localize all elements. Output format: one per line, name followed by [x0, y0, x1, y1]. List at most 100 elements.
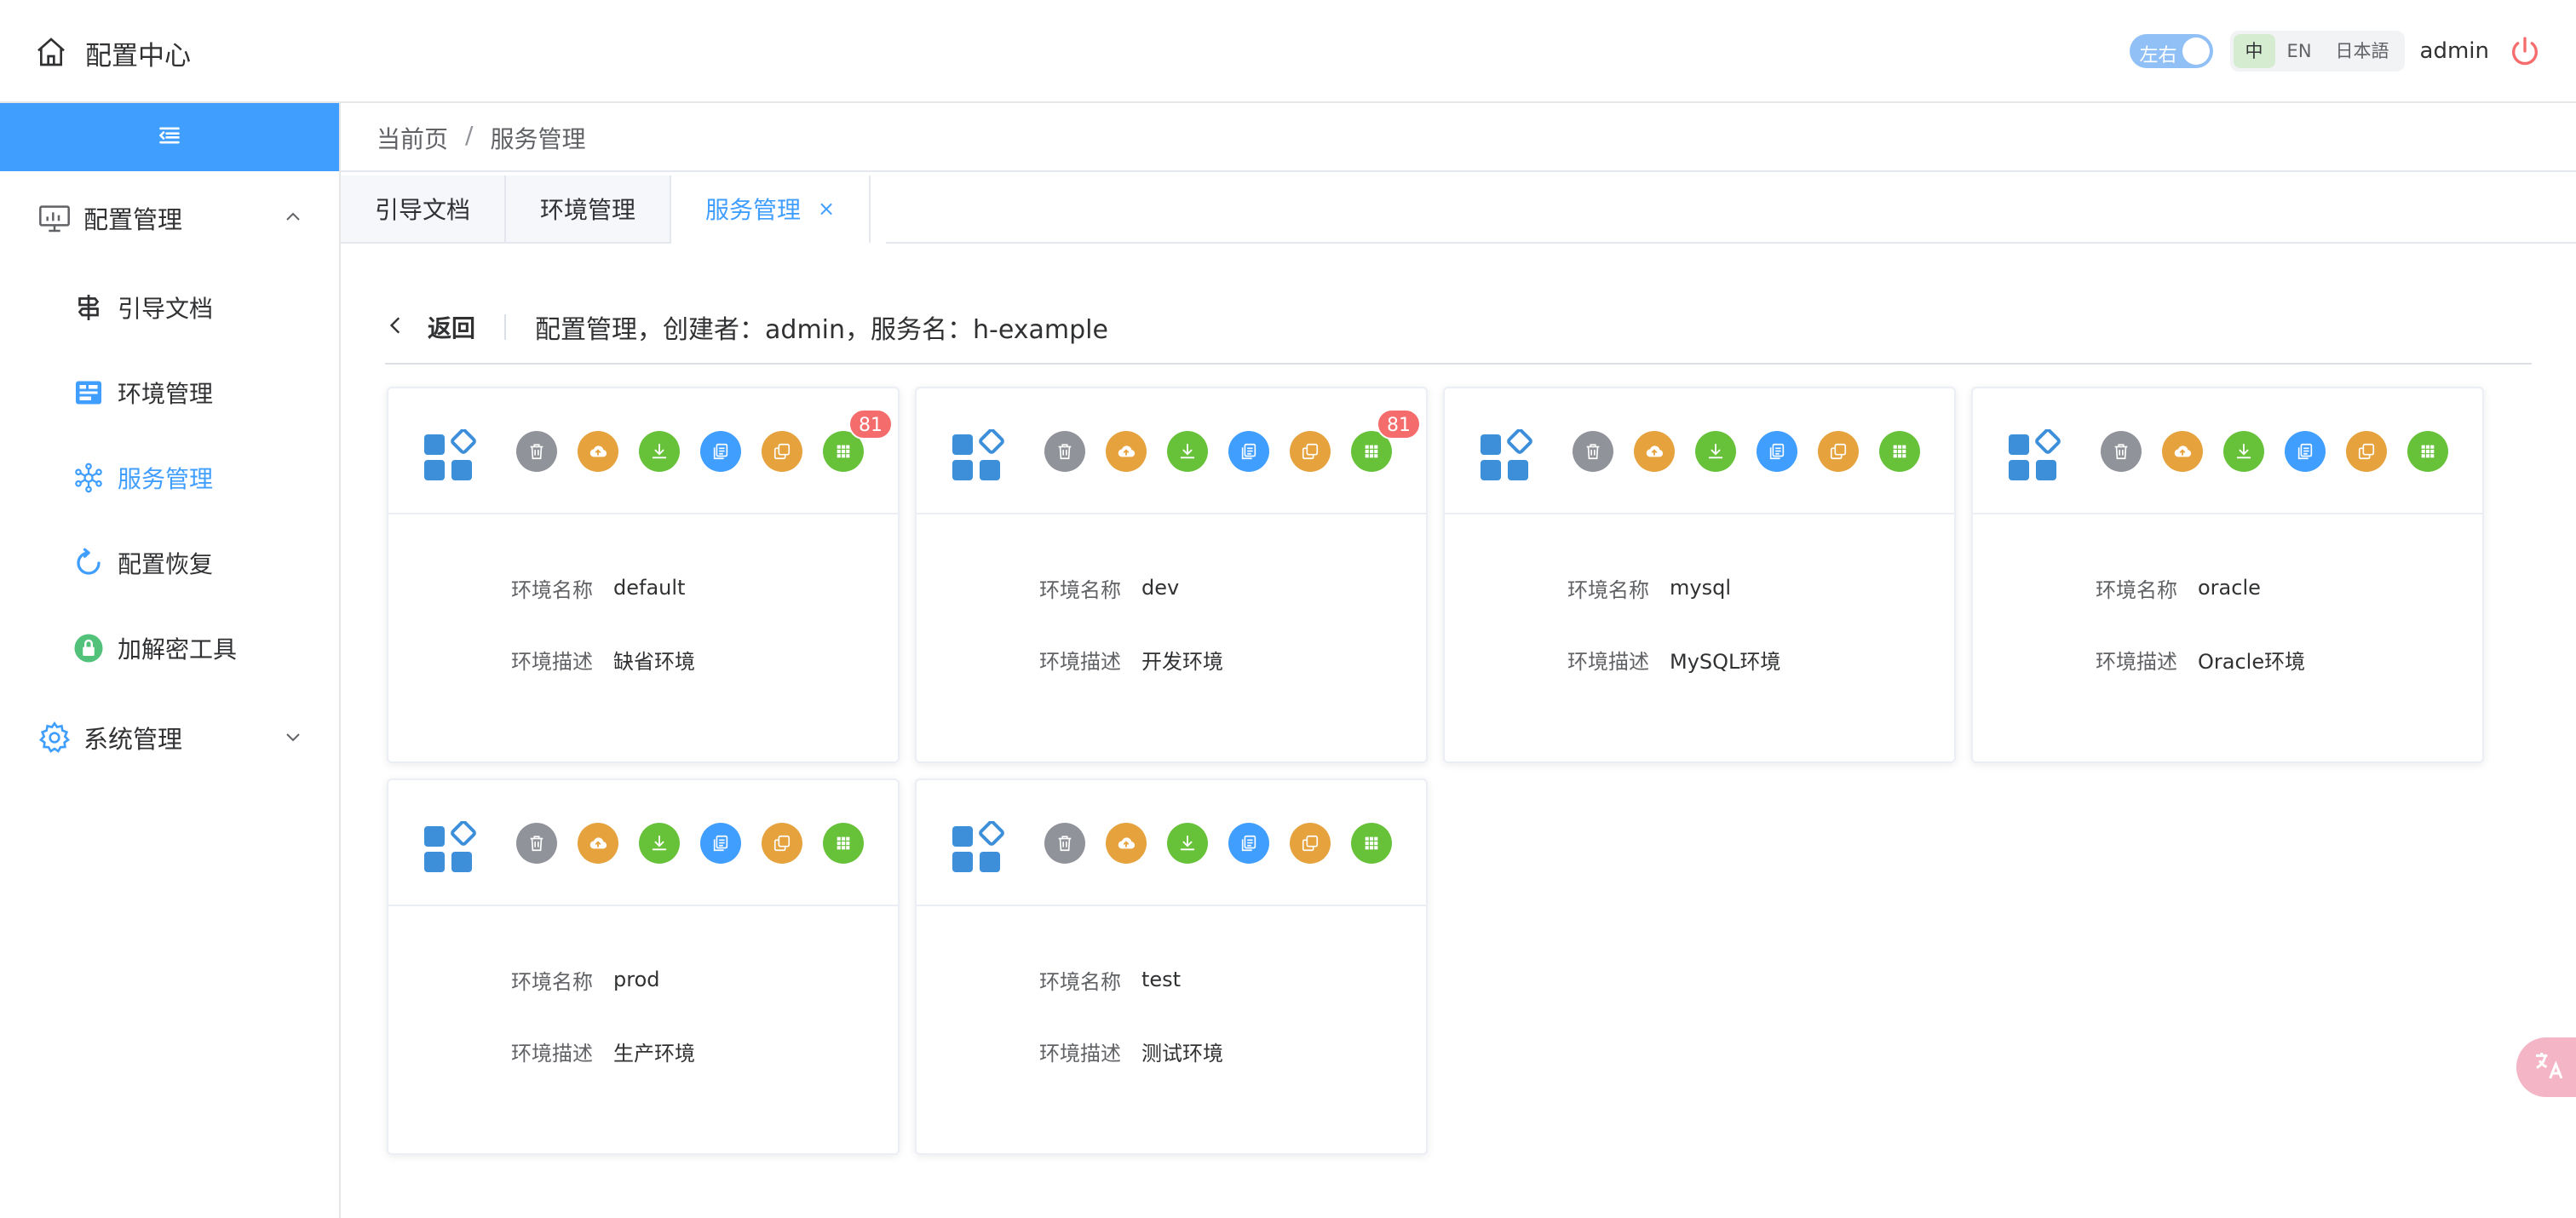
app-blocks-icon	[1479, 428, 1533, 484]
tab-guide[interactable]: 引导文档	[341, 175, 507, 244]
app-blocks-icon	[423, 428, 477, 484]
env-name-value: mysql	[1670, 576, 1731, 600]
download-button[interactable]	[639, 431, 680, 472]
clone-icon	[773, 835, 791, 852]
clone-button[interactable]	[1290, 431, 1331, 472]
copy-button[interactable]	[1757, 431, 1797, 472]
sidebar-item-restore[interactable]: 配置恢复	[0, 520, 339, 606]
layout-toggle[interactable]: 左右	[2129, 34, 2213, 68]
count-badge: 81	[848, 409, 893, 440]
service-network-icon	[73, 462, 104, 493]
copy-button[interactable]	[700, 823, 741, 864]
menu-group-config[interactable]: 配置管理	[0, 171, 339, 265]
sidebar-item-crypto[interactable]: 加解密工具	[0, 606, 339, 691]
copy-icon	[713, 443, 728, 460]
tab-service[interactable]: 服务管理 ×	[671, 175, 871, 244]
user-name[interactable]: admin	[2420, 38, 2489, 64]
copy-button[interactable]	[2285, 431, 2326, 472]
clone-button[interactable]	[1290, 823, 1331, 864]
menu-group-system[interactable]: 系统管理	[0, 691, 339, 784]
env-desc-label: 环境描述	[1039, 649, 1121, 674]
env-name-value: prod	[613, 968, 660, 991]
lang-ja[interactable]: 日本語	[2324, 34, 2401, 68]
env-desc-value: 生产环境	[613, 1041, 695, 1066]
tab-env[interactable]: 环境管理	[506, 175, 672, 244]
sidebar-item-service[interactable]: 服务管理	[0, 435, 339, 520]
download-icon	[1180, 443, 1195, 459]
clone-button[interactable]	[1818, 431, 1859, 472]
cloud-upload-icon	[1118, 445, 1136, 457]
upload-button[interactable]	[1106, 823, 1147, 864]
clone-button[interactable]	[762, 431, 802, 472]
grid-icon	[2421, 445, 2435, 458]
env-name-value: oracle	[2198, 576, 2261, 600]
upload-button[interactable]	[578, 823, 618, 864]
copy-button[interactable]	[1228, 431, 1269, 472]
download-button[interactable]	[2223, 431, 2264, 472]
sidebar-item-guide[interactable]: 引导文档	[0, 265, 339, 350]
env-desc-row: 环境描述 缺省环境	[388, 623, 898, 695]
clone-button[interactable]	[762, 823, 802, 864]
download-button[interactable]	[1167, 823, 1208, 864]
grid-icon	[1365, 445, 1378, 458]
config-grid-button[interactable]: 81	[823, 409, 893, 472]
config-grid-button[interactable]	[2407, 431, 2448, 472]
chevron-down-icon	[283, 727, 303, 747]
copy-button[interactable]	[1228, 823, 1269, 864]
copy-button[interactable]	[700, 431, 741, 472]
delete-button[interactable]	[516, 823, 557, 864]
card-actions	[2101, 431, 2469, 472]
upload-button[interactable]	[1106, 431, 1147, 472]
download-icon	[1180, 835, 1195, 851]
lang-zh[interactable]: 中	[2233, 34, 2275, 68]
env-desc-label: 环境描述	[1039, 1041, 1121, 1066]
close-icon[interactable]: ×	[818, 197, 835, 221]
upload-button[interactable]	[578, 431, 618, 472]
back-button[interactable]: 返回	[385, 310, 475, 344]
download-button[interactable]	[1167, 431, 1208, 472]
breadcrumb-root[interactable]: 当前页	[377, 121, 448, 155]
sidebar-item-env[interactable]: 环境管理	[0, 350, 339, 435]
gear-icon	[37, 721, 72, 755]
layout-toggle-label: 左右	[2139, 45, 2177, 66]
env-desc-row: 环境描述 测试环境	[917, 1015, 1426, 1087]
delete-button[interactable]	[516, 431, 557, 472]
env-card: 环境名称 mysql 环境描述 MySQL环境	[1443, 387, 1956, 763]
translate-float-button[interactable]	[2516, 1037, 2576, 1097]
config-grid-button[interactable]	[823, 823, 864, 864]
count-badge: 81	[1377, 409, 1421, 440]
monitor-chart-icon	[37, 201, 72, 235]
config-grid-button[interactable]: 81	[1351, 409, 1421, 472]
top-header: 配置中心 左右 中 EN 日本語 admin	[0, 0, 2576, 103]
config-grid-button[interactable]	[1879, 431, 1920, 472]
env-desc-row: 环境描述 生产环境	[388, 1015, 898, 1087]
lang-en[interactable]: EN	[2275, 34, 2324, 68]
trash-icon	[1058, 836, 1072, 852]
trash-icon	[530, 444, 543, 460]
download-button[interactable]	[639, 823, 680, 864]
copy-icon	[1769, 443, 1785, 460]
env-desc-value: Oracle环境	[2198, 649, 2306, 674]
download-button[interactable]	[1695, 431, 1736, 472]
sidebar-collapse-button[interactable]	[0, 103, 339, 171]
card-body: 环境名称 default 环境描述 缺省环境	[388, 514, 898, 695]
chevron-left-icon	[385, 314, 428, 340]
clone-button[interactable]	[2346, 431, 2387, 472]
delete-button[interactable]	[1044, 431, 1085, 472]
copy-icon	[713, 835, 728, 852]
config-grid-button[interactable]	[1351, 823, 1392, 864]
upload-button[interactable]	[2162, 431, 2203, 472]
copy-icon	[1241, 835, 1256, 852]
copy-icon	[1241, 443, 1256, 460]
app-title: 配置中心	[85, 41, 191, 72]
tab-bar: 引导文档 环境管理 服务管理 ×	[341, 175, 871, 244]
delete-button[interactable]	[1044, 823, 1085, 864]
delete-button[interactable]	[1573, 431, 1613, 472]
app-logo[interactable]: 配置中心	[34, 34, 191, 72]
card-actions	[1573, 431, 1941, 472]
delete-button[interactable]	[2101, 431, 2142, 472]
power-icon[interactable]	[2508, 34, 2542, 68]
sidebar: 配置管理 引导文档 环境管理 服务管理 配置恢复 加解密工具 系统管理	[0, 103, 341, 1218]
env-card: 81 环境名称 default 环境描述 缺省环境	[387, 387, 900, 763]
upload-button[interactable]	[1634, 431, 1675, 472]
